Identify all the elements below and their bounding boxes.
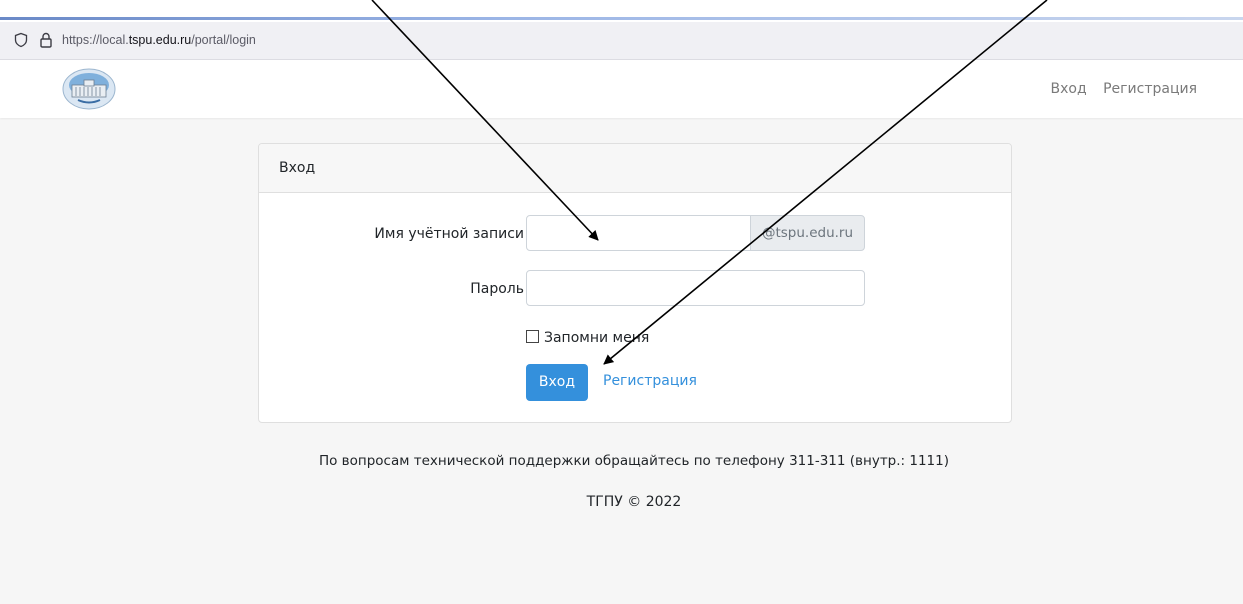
nav-login-link[interactable]: Вход (1051, 81, 1087, 97)
username-label: Имя учётной записи (374, 226, 524, 242)
copyright-text: ТГПУ © 2022 (586, 494, 682, 510)
nav-links: Вход Регистрация (1039, 81, 1197, 97)
domain-suffix-addon: @tspu.edu.ru (750, 215, 865, 251)
username-input[interactable] (526, 215, 752, 251)
card-title: Вход (259, 144, 1011, 193)
support-text: По вопросам технической поддержки обраща… (318, 453, 950, 469)
university-logo[interactable] (62, 67, 116, 111)
browser-address-bar[interactable]: https://local.tspu.edu.ru/portal/login (0, 22, 1243, 60)
nav-register-link[interactable]: Регистрация (1103, 81, 1197, 97)
url-prefix: https://local. (62, 33, 129, 47)
url-text[interactable]: https://local.tspu.edu.ru/portal/login (62, 33, 256, 47)
browser-tab-strip (0, 0, 1243, 22)
remember-me-checkbox[interactable]: Запомни меня (526, 330, 649, 346)
checkbox-box[interactable] (526, 330, 539, 343)
shield-icon[interactable] (13, 32, 29, 52)
lock-icon[interactable] (38, 31, 54, 53)
register-link[interactable]: Регистрация (603, 373, 697, 389)
remember-me-label: Запомни меня (544, 330, 650, 346)
login-submit-button[interactable]: Вход (526, 364, 588, 401)
site-navbar: Вход Регистрация (0, 60, 1243, 118)
login-card: Вход Имя учётной записи @tspu.edu.ru Пар… (258, 143, 1012, 423)
password-input[interactable] (526, 270, 865, 306)
url-domain: tspu.edu.ru (128, 33, 192, 47)
active-tab-indicator (0, 17, 1243, 20)
password-label: Пароль (470, 281, 524, 297)
url-path: /portal/login (191, 33, 256, 47)
